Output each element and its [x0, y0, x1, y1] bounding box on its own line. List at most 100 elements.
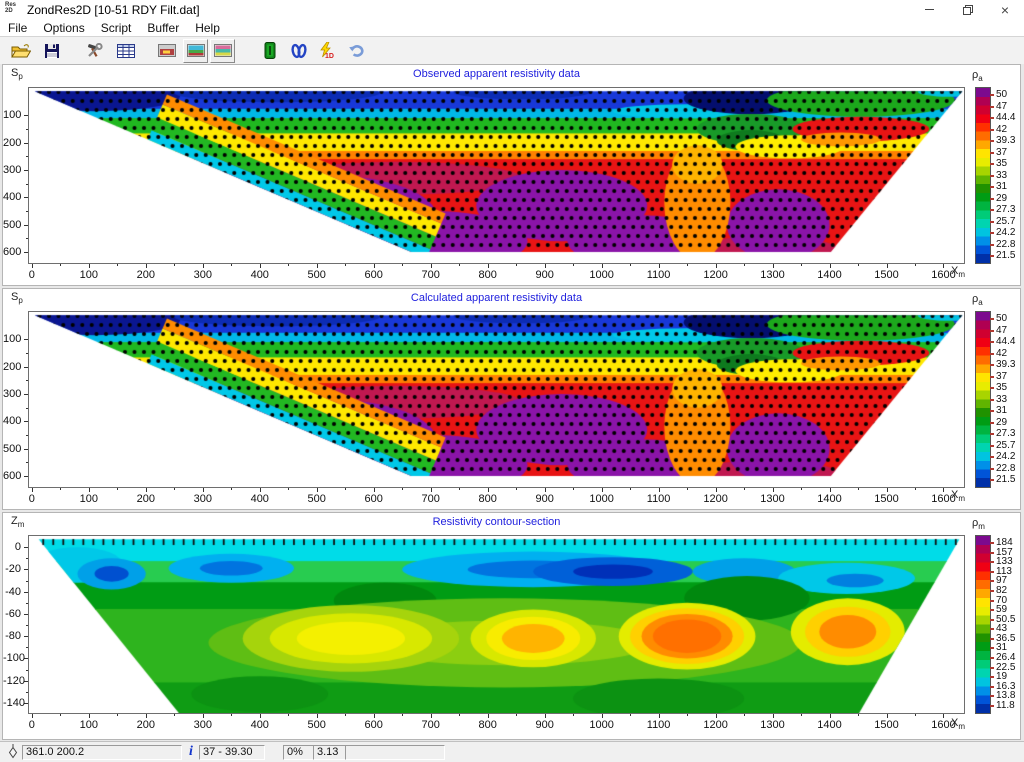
start-inversion-button[interactable]	[257, 39, 282, 63]
y-tick-label: -100	[3, 652, 21, 664]
x-tick-label: 400	[251, 493, 269, 505]
y-axis-tick	[24, 636, 28, 637]
x-tick-label: 800	[478, 493, 496, 505]
y-tick-label: 400	[3, 191, 21, 203]
x-axis-tick	[516, 714, 517, 716]
x-axis-tick	[773, 714, 774, 718]
x-axis-tick	[288, 488, 289, 490]
pseudosection-thumb-icon	[158, 44, 176, 57]
panel-title: Calculated apparent resistivity data	[28, 292, 965, 304]
x-tick-label: 800	[478, 719, 496, 731]
x-axis-tick	[545, 714, 546, 718]
menu-item-script[interactable]: Script	[93, 21, 140, 35]
menu-item-file[interactable]: File	[0, 21, 35, 35]
menu-item-buffer[interactable]: Buffer	[139, 21, 187, 35]
x-axis-tick	[117, 264, 118, 266]
x-axis-tick	[744, 488, 745, 490]
x-axis-tick	[887, 488, 888, 492]
model-editor-button[interactable]	[286, 39, 311, 63]
colorbar-tick-label: 29	[996, 193, 1007, 204]
x-axis-tick	[374, 714, 375, 718]
x-axis-tick	[174, 264, 175, 266]
x-tick-label: 1300	[760, 493, 784, 505]
x-axis-tick	[659, 714, 660, 718]
open-file-button[interactable]	[8, 39, 33, 63]
calculated-section-canvas[interactable]	[29, 312, 964, 487]
restore-button[interactable]	[948, 0, 986, 19]
title-bar[interactable]: Res2D ZondRes2D [10-51 RDY Filt.dat] ×	[0, 0, 1024, 19]
colorbar-tick-label: 25.7	[996, 440, 1015, 451]
y-tick-label: 100	[3, 333, 21, 345]
x-tick-label: 1300	[760, 269, 784, 281]
x-tick-label: 100	[80, 493, 98, 505]
y-axis-tick	[26, 238, 28, 239]
colorbar-tick	[990, 410, 994, 412]
one-d-inversion-button[interactable]: 1D	[313, 39, 338, 63]
x-tick-label: 200	[137, 493, 155, 505]
y-axis-tick	[26, 435, 28, 436]
view-pseudosection-button[interactable]	[154, 39, 179, 63]
save-button[interactable]	[39, 39, 64, 63]
colorbar-unit-label: ρa	[972, 69, 983, 83]
x-tick-label: 1200	[703, 269, 727, 281]
observed-section-canvas[interactable]	[29, 88, 964, 263]
x-axis-tick	[630, 714, 631, 716]
x-axis-tick	[345, 488, 346, 490]
x-axis-tick	[858, 714, 859, 716]
menu-item-options[interactable]: Options	[35, 21, 92, 35]
colorbar-unit-label: ρa	[972, 293, 983, 307]
x-axis-tick	[602, 488, 603, 492]
y-tick-label: -40	[3, 586, 21, 598]
colorbar-tick	[990, 705, 994, 707]
close-button[interactable]: ×	[986, 0, 1024, 19]
x-axis-tick	[203, 264, 204, 268]
x-axis-tick	[830, 488, 831, 492]
x-axis-tick	[915, 714, 916, 716]
colorbar-tick	[990, 94, 994, 96]
lightning-1d-icon: 1D	[318, 42, 334, 59]
x-axis-tick	[744, 264, 745, 266]
data-table-button[interactable]	[113, 39, 138, 63]
x-tick-label: 1000	[589, 493, 613, 505]
colorbar-tick	[990, 255, 994, 257]
x-tick-label: 800	[478, 269, 496, 281]
colorbar-tick	[990, 657, 994, 659]
colorbar-tick-label: 31	[996, 181, 1007, 192]
colorbar-tick-label: 11.8	[996, 700, 1015, 711]
y-tick-label: 600	[3, 470, 21, 482]
x-tick-label: 300	[194, 269, 212, 281]
colorbar-tick	[990, 468, 994, 470]
colorbar-tick	[990, 318, 994, 320]
three-sections-thumb-icon	[214, 44, 232, 57]
settings-button[interactable]	[82, 39, 107, 63]
colorbar-tick	[990, 117, 994, 119]
minimize-icon	[925, 9, 934, 10]
y-tick-label: 200	[3, 361, 21, 373]
colorbar	[975, 87, 991, 264]
x-axis-tick	[317, 714, 318, 718]
view-two-sections-button[interactable]	[183, 39, 208, 63]
undo-button[interactable]	[344, 39, 369, 63]
table-icon	[117, 44, 135, 58]
x-axis-tick	[32, 264, 33, 268]
view-three-sections-button[interactable]	[210, 39, 235, 63]
y-axis-tick	[24, 449, 28, 450]
x-axis-tick	[630, 488, 631, 490]
x-axis-tick	[516, 488, 517, 490]
minimize-button[interactable]	[910, 0, 948, 19]
two-sections-thumb-icon	[187, 44, 205, 57]
x-axis-tick	[231, 714, 232, 716]
x-axis-tick	[203, 714, 204, 718]
x-tick-label: 1000	[589, 269, 613, 281]
app-window: Res2D ZondRes2D [10-51 RDY Filt.dat] × F…	[0, 0, 1024, 762]
colorbar-tick	[990, 198, 994, 200]
x-tick-label: 1400	[817, 493, 841, 505]
model-section-canvas[interactable]	[29, 536, 964, 713]
colorbar-tick-label: 39.3	[996, 135, 1015, 146]
y-tick-label: -80	[3, 630, 21, 642]
colorbar-tick-label: 22.8	[996, 239, 1015, 250]
y-tick-label: 0	[3, 541, 21, 553]
x-tick-label: 1100	[647, 719, 671, 731]
menu-item-help[interactable]: Help	[187, 21, 228, 35]
x-tick-label: 100	[80, 719, 98, 731]
